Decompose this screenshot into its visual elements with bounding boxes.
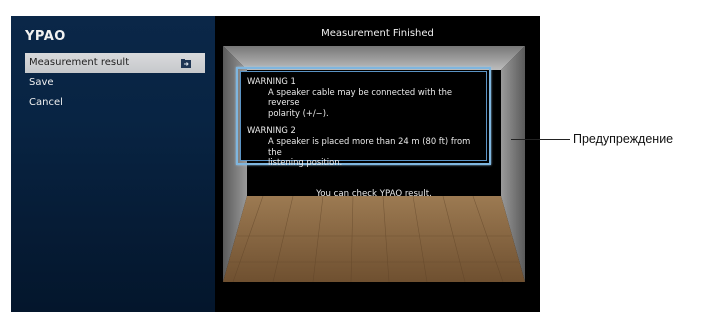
menu-item-measurement-result[interactable]: Measurement result — [25, 53, 205, 73]
callout-line — [511, 139, 570, 140]
warning-1-title: WARNING 1 — [247, 76, 296, 86]
page-title: Measurement Finished — [321, 28, 434, 39]
menu-item-cancel[interactable]: Cancel — [25, 93, 205, 113]
check-result-text: You can check YPAO result. — [316, 189, 432, 199]
ypao-logo: YPAO — [25, 29, 66, 44]
callout-label-warning: Предупреждение — [573, 132, 674, 146]
warning-list: WARNING 1 A speaker cable may be connect… — [240, 71, 487, 167]
folder-arrow-icon — [181, 59, 191, 68]
menu-item-save[interactable]: Save — [25, 73, 205, 93]
sidebar: YPAO Measurement result Save Cancel — [11, 16, 215, 312]
warning-2-text-line2: listening position. — [268, 157, 343, 168]
menu-item-label: Measurement result — [29, 57, 130, 68]
sidebar-menu: Measurement result Save Cancel — [25, 53, 205, 113]
menu-item-label: Cancel — [29, 97, 63, 108]
menu-item-label: Save — [29, 77, 54, 88]
warning-panel: WARNING 1 A speaker cable may be connect… — [236, 67, 491, 167]
warning-1-text-line1: A speaker cable may be connected with th… — [268, 86, 453, 108]
warning-1-text-line2: polarity (+/−). — [268, 107, 329, 118]
warning-2-text-line1: A speaker is placed more than 24 m (80 f… — [268, 135, 471, 157]
warning-2-title: WARNING 2 — [247, 125, 296, 136]
